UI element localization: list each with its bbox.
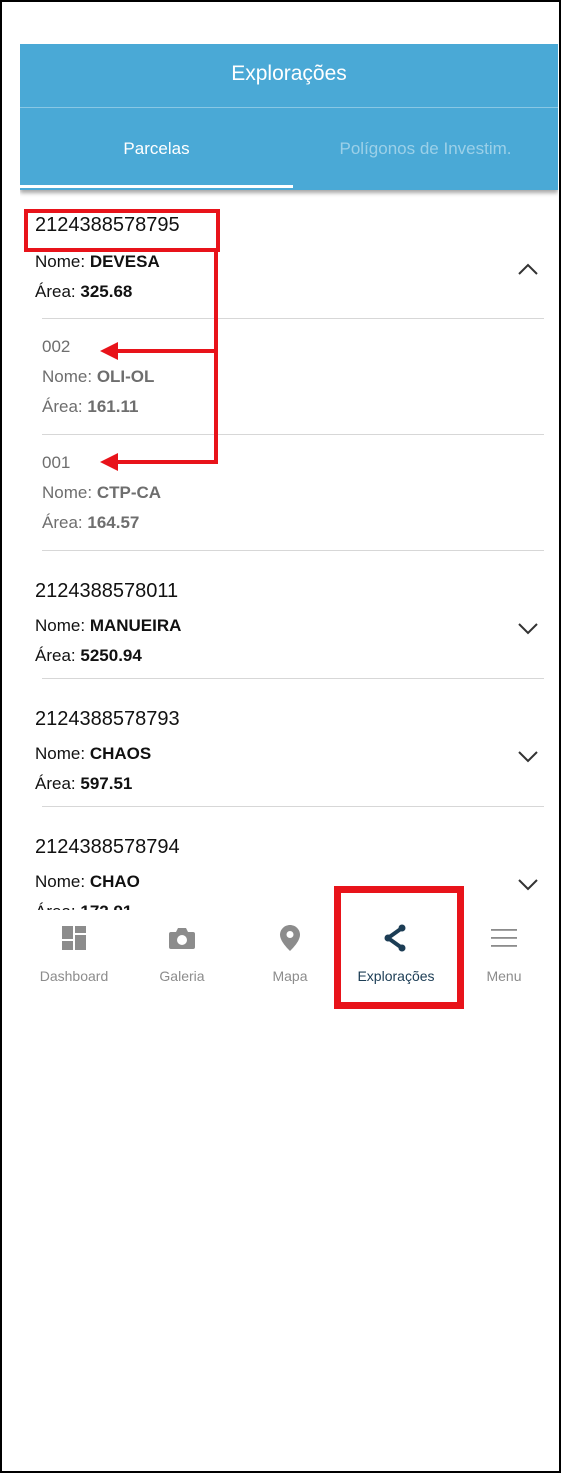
- parcel-nome: Nome: CHAOS: [35, 744, 152, 763]
- camera-icon: [128, 924, 236, 952]
- annotation-arrow-shaft: [114, 460, 218, 464]
- nav-dashboard[interactable]: Dashboard: [20, 910, 128, 1004]
- chevron-up-icon[interactable]: [517, 262, 539, 276]
- tab-parcelas[interactable]: Parcelas: [20, 139, 293, 159]
- annotation-connector: [214, 252, 218, 464]
- active-tab-indicator: [20, 185, 293, 188]
- header-divider: [20, 107, 558, 108]
- annotation-arrow-head: [100, 453, 118, 471]
- chevron-down-icon[interactable]: [517, 750, 539, 764]
- parcel-list: 2124388578795 Nome: DEVESA Área: 325.68 …: [20, 190, 558, 910]
- tab-poligonos[interactable]: Polígonos de Investim.: [293, 139, 558, 159]
- nav-galeria[interactable]: Galeria: [128, 910, 236, 1004]
- sub-parcel-id: 002: [42, 337, 71, 356]
- parcel-nome: Nome: CHAO: [35, 872, 140, 891]
- parcel-area: Área: 597.51: [35, 774, 133, 793]
- sub-parcel-nome: Nome: CTP-CA: [42, 483, 162, 502]
- parcel-area: Área: 172.91: [35, 902, 132, 910]
- chevron-down-icon[interactable]: [517, 622, 539, 636]
- map-pin-icon: [236, 924, 344, 952]
- annotation-arrow-shaft: [114, 349, 218, 353]
- header: Explorações Parcelas Polígonos de Invest…: [20, 44, 558, 190]
- page-title: Explorações: [231, 62, 347, 85]
- dashboard-icon: [20, 924, 128, 952]
- hamburger-menu-icon: [450, 924, 558, 952]
- nav-label: Menu: [486, 968, 522, 984]
- parcel-id: 2124388578794: [35, 836, 180, 858]
- divider: [42, 318, 544, 319]
- sub-parcel-nome: Nome: OLI-OL: [42, 367, 155, 386]
- nav-label: Mapa: [272, 968, 308, 984]
- divider: [42, 678, 544, 679]
- divider: [42, 806, 544, 807]
- sub-parcel-area: Área: 161.11: [42, 397, 139, 416]
- nav-label: Dashboard: [39, 968, 109, 984]
- parcel-nome: Nome: DEVESA: [35, 252, 160, 271]
- parcel-area: Área: 325.68: [35, 282, 133, 301]
- nav-menu[interactable]: Menu: [450, 910, 558, 1004]
- sub-parcel-id: 001: [42, 453, 71, 472]
- parcel-id: 2124388578793: [35, 708, 180, 730]
- chevron-down-icon[interactable]: [517, 878, 539, 892]
- sub-parcel-area: Área: 164.57: [42, 513, 140, 532]
- parcel-nome: Nome: MANUEIRA: [35, 616, 182, 635]
- annotation-arrow-head: [100, 342, 118, 360]
- divider: [42, 434, 544, 435]
- nav-label: Galeria: [159, 968, 205, 984]
- nav-mapa[interactable]: Mapa: [236, 910, 344, 1004]
- parcel-area: Área: 5250.94: [35, 646, 142, 665]
- app-screen: Explorações Parcelas Polígonos de Invest…: [20, 44, 558, 1004]
- annotation-box-nav-exploracoes: [334, 886, 464, 1009]
- parcel-id: 2124388578011: [35, 580, 179, 602]
- divider: [42, 550, 544, 551]
- bottom-nav: Dashboard Galeria Mapa Explorações Menu: [20, 910, 558, 1004]
- annotation-box-parcel-id: [24, 209, 220, 252]
